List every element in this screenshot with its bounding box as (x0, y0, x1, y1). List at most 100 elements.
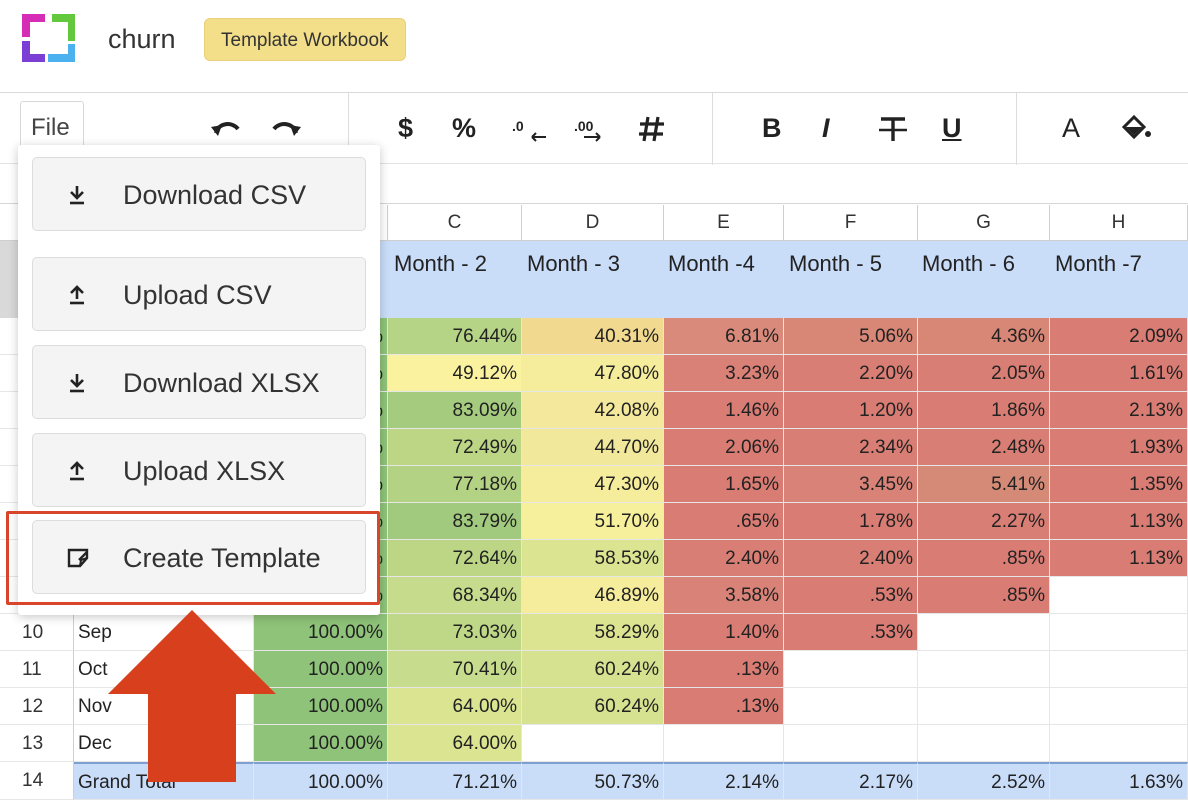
font-color-button[interactable]: A (1062, 111, 1080, 145)
grid-cell[interactable]: 3.45% (784, 466, 918, 503)
column-header-c[interactable]: C (388, 205, 522, 241)
column-header-h[interactable]: H (1050, 205, 1188, 241)
grid-cell[interactable]: 5.41% (918, 466, 1050, 503)
column-header-g[interactable]: G (918, 205, 1050, 241)
grid-cell[interactable]: 1.13% (1050, 540, 1188, 577)
fill-color-icon[interactable] (1120, 113, 1152, 143)
download-csv-menu-item[interactable]: Download CSV (32, 157, 366, 231)
grid-cell[interactable]: 60.24% (522, 651, 664, 688)
grid-cell[interactable]: 2.17% (784, 762, 918, 800)
grid-cell[interactable] (784, 688, 918, 725)
upload-xlsx-menu-item[interactable]: Upload XLSX (32, 433, 366, 507)
grid-cell[interactable]: 1.46% (664, 392, 784, 429)
grid-cell[interactable] (784, 725, 918, 762)
grid-cell[interactable]: 83.09% (388, 392, 522, 429)
grid-cell[interactable]: 72.64% (388, 540, 522, 577)
grid-cell[interactable] (918, 614, 1050, 651)
grid-cell[interactable]: 2.52% (918, 762, 1050, 800)
grid-cell[interactable]: 47.80% (522, 355, 664, 392)
grid-cell[interactable]: .13% (664, 651, 784, 688)
grid-cell[interactable] (918, 725, 1050, 762)
grid-cell[interactable] (918, 688, 1050, 725)
grid-cell[interactable]: 49.12% (388, 355, 522, 392)
grid-cell[interactable]: 1.78% (784, 503, 918, 540)
grid-cell[interactable]: .53% (784, 614, 918, 651)
grid-cell[interactable]: .13% (664, 688, 784, 725)
grid-cell[interactable]: 6.81% (664, 318, 784, 355)
grid-cell[interactable]: 40.31% (522, 318, 664, 355)
grid-cell[interactable]: 1.86% (918, 392, 1050, 429)
grid-cell[interactable]: 68.34% (388, 577, 522, 614)
grid-cell[interactable]: 2.13% (1050, 392, 1188, 429)
grid-cell[interactable]: 72.49% (388, 429, 522, 466)
grid-cell[interactable]: 77.18% (388, 466, 522, 503)
grid-cell[interactable]: 42.08% (522, 392, 664, 429)
download-xlsx-menu-item[interactable]: Download XLSX (32, 345, 366, 419)
grid-cell[interactable]: 1.63% (1050, 762, 1188, 800)
grid-cell[interactable]: 47.30% (522, 466, 664, 503)
grid-cell[interactable]: 46.89% (522, 577, 664, 614)
row-header[interactable]: 10 (0, 614, 74, 651)
grid-cell[interactable]: 2.48% (918, 429, 1050, 466)
grid-cell[interactable]: 2.05% (918, 355, 1050, 392)
grid-cell[interactable]: 4.36% (918, 318, 1050, 355)
grid-cell[interactable]: 58.53% (522, 540, 664, 577)
grid-cell[interactable]: .65% (664, 503, 784, 540)
grid-cell[interactable]: 2.20% (784, 355, 918, 392)
row-header[interactable]: 14 (0, 762, 74, 800)
grid-cell[interactable]: 64.00% (388, 688, 522, 725)
grid-cell[interactable] (1050, 688, 1188, 725)
strikethrough-icon[interactable] (878, 113, 908, 145)
grid-cell[interactable]: 71.21% (388, 762, 522, 800)
grid-cell[interactable]: 5.06% (784, 318, 918, 355)
italic-button[interactable]: I (822, 111, 830, 145)
grid-cell[interactable]: .53% (784, 577, 918, 614)
workbook-title[interactable]: churn (108, 24, 176, 55)
grid-cell[interactable]: 1.13% (1050, 503, 1188, 540)
undo-icon[interactable] (208, 113, 242, 143)
grid-cell[interactable] (1050, 725, 1188, 762)
grid-cell[interactable]: 2.40% (784, 540, 918, 577)
app-logo[interactable] (22, 14, 76, 62)
grid-cell[interactable]: 1.65% (664, 466, 784, 503)
grid-cell[interactable]: 1.35% (1050, 466, 1188, 503)
grid-cell[interactable]: 64.00% (388, 725, 522, 762)
grid-cell[interactable]: .85% (918, 577, 1050, 614)
grid-cell[interactable]: 2.06% (664, 429, 784, 466)
number-format-icon[interactable] (636, 113, 668, 145)
grid-cell[interactable]: 2.34% (784, 429, 918, 466)
underline-button[interactable]: U (942, 111, 962, 145)
grid-cell[interactable]: 1.93% (1050, 429, 1188, 466)
increase-decimal-icon[interactable]: .00 (574, 117, 614, 143)
grid-cell[interactable]: 44.70% (522, 429, 664, 466)
grid-cell[interactable]: 58.29% (522, 614, 664, 651)
grid-cell[interactable]: 2.14% (664, 762, 784, 800)
grid-cell[interactable]: 76.44% (388, 318, 522, 355)
grid-cell[interactable]: 60.24% (522, 688, 664, 725)
grid-cell[interactable]: 50.73% (522, 762, 664, 800)
grid-cell[interactable]: 83.79% (388, 503, 522, 540)
grid-cell[interactable]: 70.41% (388, 651, 522, 688)
grid-cell[interactable]: 1.40% (664, 614, 784, 651)
row-header[interactable]: 12 (0, 688, 74, 725)
currency-format-button[interactable]: $ (398, 111, 413, 145)
grid-cell[interactable] (1050, 577, 1188, 614)
bold-button[interactable]: B (762, 111, 782, 145)
upload-csv-menu-item[interactable]: Upload CSV (32, 257, 366, 331)
grid-cell[interactable]: 3.58% (664, 577, 784, 614)
grid-cell[interactable]: 2.40% (664, 540, 784, 577)
grid-cell[interactable] (664, 725, 784, 762)
row-header[interactable]: 13 (0, 725, 74, 762)
grid-cell[interactable] (918, 651, 1050, 688)
column-header-e[interactable]: E (664, 205, 784, 241)
grid-cell[interactable]: 2.09% (1050, 318, 1188, 355)
row-header[interactable]: 11 (0, 651, 74, 688)
column-header-f[interactable]: F (784, 205, 918, 241)
grid-cell[interactable] (522, 725, 664, 762)
grid-cell[interactable] (1050, 614, 1188, 651)
decrease-decimal-icon[interactable]: .0 (512, 117, 552, 143)
grid-cell[interactable] (1050, 651, 1188, 688)
column-header-d[interactable]: D (522, 205, 664, 241)
grid-cell[interactable]: 73.03% (388, 614, 522, 651)
grid-cell[interactable]: 2.27% (918, 503, 1050, 540)
